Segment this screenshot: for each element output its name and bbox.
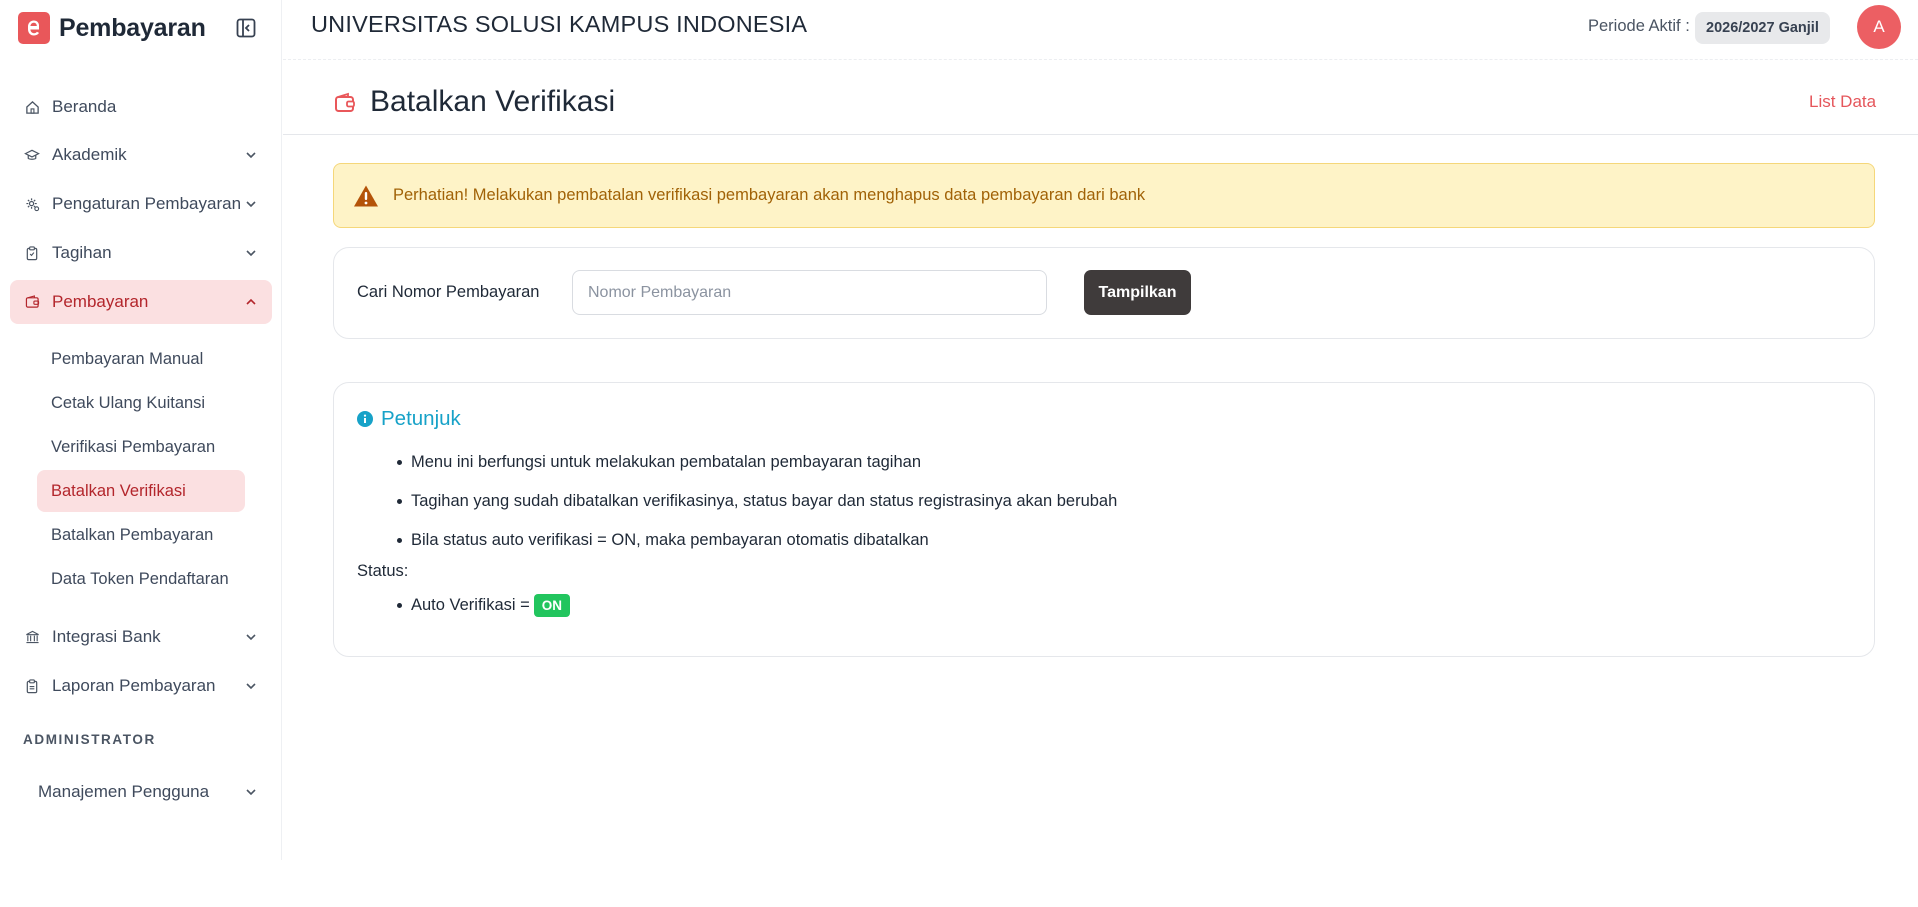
sidebar-item-manajemen-pengguna[interactable]: Manajemen Pengguna bbox=[10, 770, 272, 814]
chevron-down-icon bbox=[246, 634, 256, 641]
sidebar-item-label: Laporan Pembayaran bbox=[52, 676, 216, 695]
info-icon bbox=[357, 411, 373, 427]
info-title-text: Petunjuk bbox=[381, 407, 461, 430]
status-label: Status: bbox=[357, 562, 409, 580]
sidebar-item-label: Beranda bbox=[52, 97, 117, 116]
sidebar-subitem-verifikasi-pembayaran[interactable]: Verifikasi Pembayaran bbox=[37, 426, 245, 468]
sidebar-item-laporan-pembayaran[interactable]: Laporan Pembayaran bbox=[10, 664, 272, 708]
collapse-sidebar-button[interactable] bbox=[234, 16, 258, 40]
brand[interactable]: Pembayaran bbox=[18, 12, 206, 44]
list-item: Bila status auto verifikasi = ON, maka p… bbox=[397, 521, 1797, 560]
chevron-down-icon bbox=[246, 152, 256, 159]
sidebar-item-beranda[interactable]: Beranda bbox=[10, 85, 272, 129]
chevron-up-icon bbox=[246, 298, 256, 305]
list-item: Tagihan yang sudah dibatalkan verifikasi… bbox=[397, 482, 1797, 521]
list-item: Menu ini berfungsi untuk melakukan pemba… bbox=[397, 443, 1797, 482]
alert-text: Perhatian! Melakukan pembatalan verifika… bbox=[393, 186, 1146, 204]
payment-number-input[interactable] bbox=[572, 270, 1047, 315]
info-title: Petunjuk bbox=[357, 407, 461, 431]
list-data-link[interactable]: List Data bbox=[1809, 92, 1876, 112]
sidebar-subitem-cetak-ulang-kuitansi[interactable]: Cetak Ulang Kuitansi bbox=[37, 382, 245, 424]
sidebar-subitem-batalkan-pembayaran[interactable]: Batalkan Pembayaran bbox=[37, 514, 245, 556]
sidebar-item-pembayaran[interactable]: Pembayaran bbox=[10, 280, 272, 324]
chevron-down-icon bbox=[246, 789, 256, 796]
sidebar: Pembayaran Beranda Akademik Pengaturan P… bbox=[0, 0, 282, 860]
university-name: UNIVERSITAS SOLUSI KAMPUS INDONESIA bbox=[311, 11, 808, 37]
app-name: Pembayaran bbox=[59, 13, 206, 42]
chevron-down-icon bbox=[246, 201, 256, 208]
status-badge: ON bbox=[533, 593, 571, 617]
page-title: Batalkan Verifikasi bbox=[370, 85, 616, 118]
sidebar-item-tagihan[interactable]: Tagihan bbox=[10, 231, 272, 275]
sidebar-item-label: Pembayaran bbox=[52, 292, 149, 311]
search-card: Cari Nomor Pembayaran Tampilkan bbox=[333, 247, 1875, 339]
periode-badge: 2026/2027 Ganjil bbox=[1695, 12, 1830, 44]
warning-alert: Perhatian! Melakukan pembatalan verifika… bbox=[333, 163, 1875, 228]
instruction-list: Menu ini berfungsi untuk melakukan pemba… bbox=[397, 443, 1797, 560]
avatar[interactable]: A bbox=[1857, 5, 1901, 49]
chevron-down-icon bbox=[246, 250, 256, 257]
brand-logo-icon bbox=[18, 12, 50, 44]
sidebar-subitem-pembayaran-manual[interactable]: Pembayaran Manual bbox=[37, 338, 245, 380]
page-header: Batalkan Verifikasi List Data bbox=[283, 60, 1918, 135]
sidebar-item-akademik[interactable]: Akademik bbox=[10, 133, 272, 177]
periode-label: Periode Aktif : bbox=[1588, 17, 1690, 35]
sidebar-item-pengaturan-pembayaran[interactable]: Pengaturan Pembayaran bbox=[10, 182, 272, 226]
settings-icon bbox=[24, 196, 40, 212]
clipboard-icon bbox=[24, 245, 40, 261]
show-button[interactable]: Tampilkan bbox=[1084, 270, 1191, 315]
sidebar-subitem-batalkan-verifikasi[interactable]: Batalkan Verifikasi bbox=[37, 470, 245, 512]
sidebar-item-label: Pengaturan Pembayaran bbox=[52, 194, 242, 213]
chevron-down-icon bbox=[246, 683, 256, 690]
graduation-cap-icon bbox=[24, 147, 40, 163]
wallet-icon bbox=[335, 92, 355, 112]
section-label-administrator: ADMINISTRATOR bbox=[23, 732, 156, 747]
home-icon bbox=[24, 99, 40, 115]
sidebar-item-integrasi-bank[interactable]: Integrasi Bank bbox=[10, 615, 272, 659]
wallet-icon bbox=[24, 294, 40, 310]
sidebar-item-label: Integrasi Bank bbox=[52, 627, 161, 646]
sidebar-collapse-icon bbox=[236, 18, 256, 38]
report-icon bbox=[24, 678, 40, 694]
sidebar-subitem-data-token-pendaftaran[interactable]: Data Token Pendaftaran bbox=[37, 558, 245, 600]
info-card: Petunjuk Menu ini berfungsi untuk melaku… bbox=[333, 382, 1875, 657]
status-item: Auto Verifikasi = ON bbox=[397, 591, 571, 619]
search-label: Cari Nomor Pembayaran bbox=[357, 283, 540, 301]
status-item-label: Auto Verifikasi = bbox=[411, 595, 530, 614]
warning-icon bbox=[354, 185, 378, 206]
topbar: UNIVERSITAS SOLUSI KAMPUS INDONESIA Peri… bbox=[283, 0, 1918, 60]
sidebar-item-label: Akademik bbox=[52, 145, 127, 164]
sidebar-item-label: Manajemen Pengguna bbox=[38, 782, 210, 801]
bank-icon bbox=[24, 629, 40, 645]
sidebar-item-label: Tagihan bbox=[52, 243, 112, 262]
